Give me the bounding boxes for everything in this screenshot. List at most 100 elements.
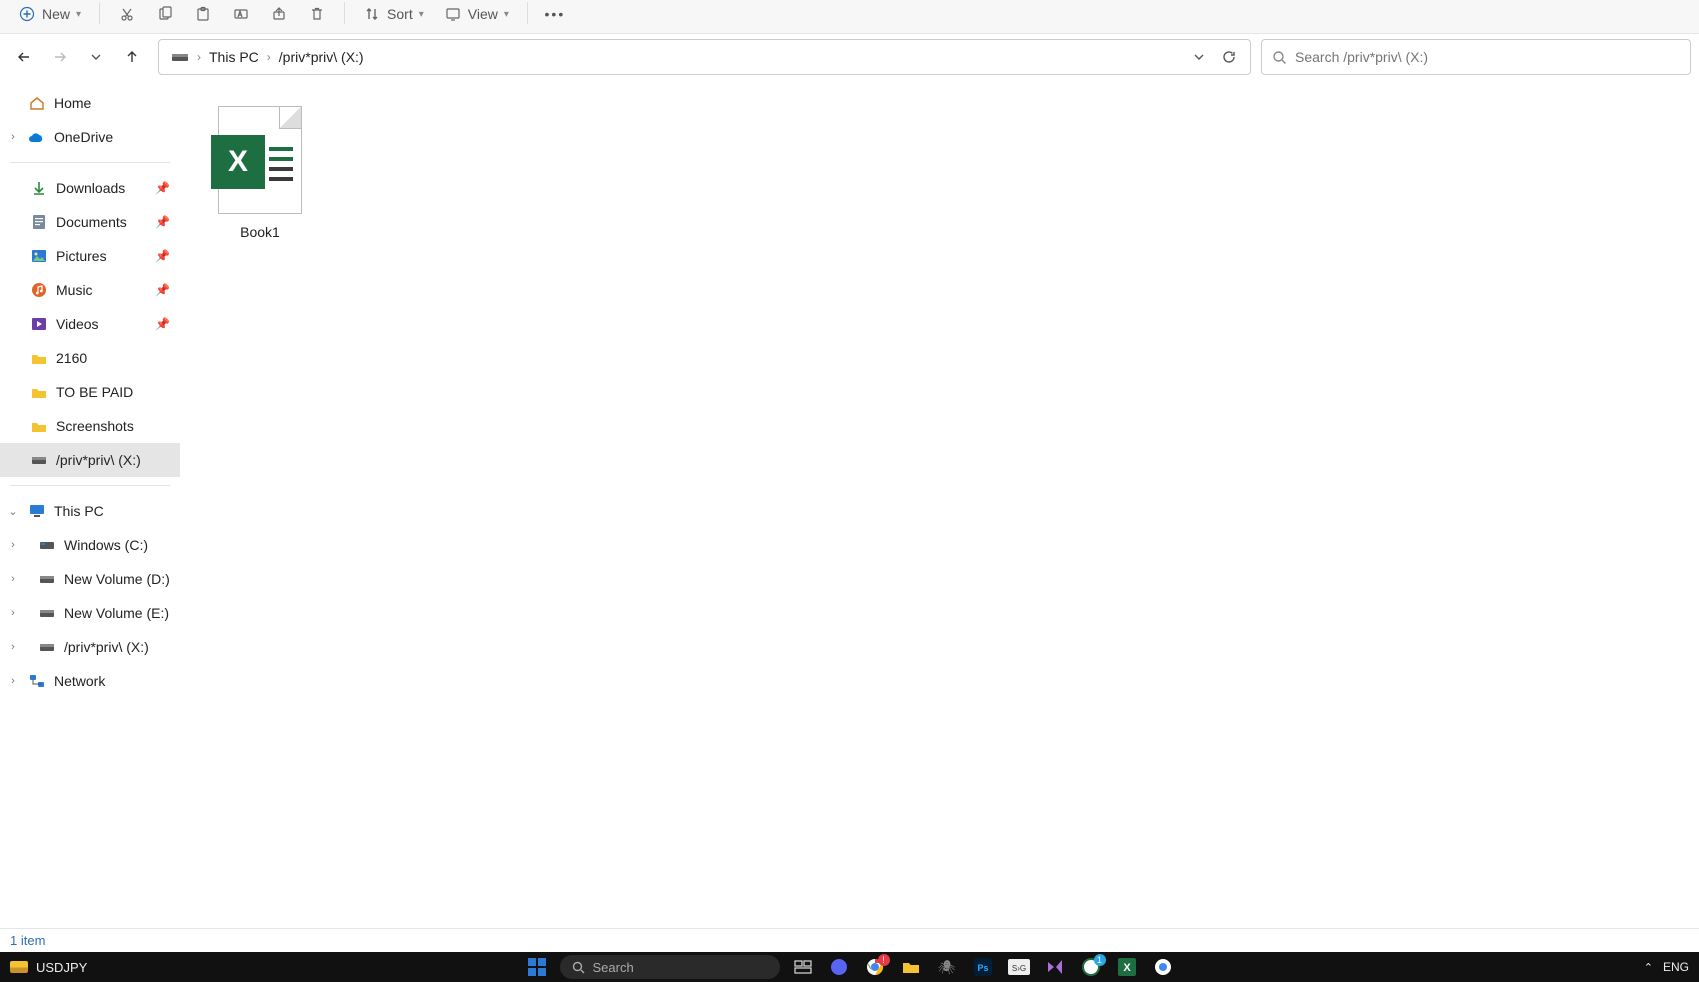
expand-icon[interactable]: › <box>6 675 20 687</box>
thispc-icon <box>28 502 46 520</box>
cut-button[interactable] <box>110 0 144 28</box>
taskbar-app-ps[interactable]: Ps <box>970 956 996 978</box>
sidebar-item-drive[interactable]: /priv*priv\ (X:) <box>0 443 180 477</box>
expand-icon[interactable]: › <box>6 131 20 143</box>
breadcrumb-item[interactable]: This PC <box>203 40 265 74</box>
body: Home › OneDrive Downloads 📌 Documents 📌 … <box>0 80 1699 928</box>
taskbar-left: USDJPY <box>10 960 87 975</box>
more-button[interactable]: ••• <box>538 0 572 28</box>
chevron-down-icon: ▾ <box>76 9 81 20</box>
file-pane[interactable]: X Book1 <box>180 80 1699 928</box>
music-icon <box>30 281 48 299</box>
folder-icon <box>30 383 48 401</box>
taskbar-app[interactable]: 🕷 <box>934 956 960 978</box>
view-label: View <box>468 6 498 22</box>
pictures-icon <box>30 247 48 265</box>
forward-button[interactable] <box>44 41 76 73</box>
tray-chevron-icon[interactable]: ⌃ <box>1644 961 1653 974</box>
taskbar-right: ⌃ ENG <box>1644 960 1689 974</box>
sidebar-thispc[interactable]: ⌄ This PC <box>0 494 180 528</box>
badge-icon: 1 <box>1094 954 1106 966</box>
paste-icon <box>194 5 212 23</box>
expand-icon[interactable]: › <box>6 641 20 653</box>
more-icon: ••• <box>546 5 564 23</box>
paste-button[interactable] <box>186 0 220 28</box>
taskbar-app-vs[interactable] <box>1042 956 1068 978</box>
taskview-button[interactable] <box>790 956 816 978</box>
taskbar-app-explorer[interactable] <box>898 956 924 978</box>
sort-button[interactable]: Sort ▾ <box>355 0 432 28</box>
taskbar-search[interactable]: Search <box>560 955 780 979</box>
taskbar: USDJPY Search ! 🕷 Ps S›G 1 X ⌃ ENG <box>0 952 1699 982</box>
sidebar-item-music[interactable]: Music 📌 <box>0 273 180 307</box>
sidebar-item-pictures[interactable]: Pictures 📌 <box>0 239 180 273</box>
view-icon <box>444 5 462 23</box>
pin-icon: 📌 <box>155 283 170 297</box>
share-button[interactable] <box>262 0 296 28</box>
taskbar-app[interactable]: 1 <box>1078 956 1104 978</box>
drive-icon <box>38 604 56 622</box>
chevron-down-icon: ▾ <box>504 9 509 20</box>
file-item[interactable]: X Book1 <box>200 100 320 246</box>
delete-button[interactable] <box>300 0 334 28</box>
collapse-icon[interactable]: ⌄ <box>6 505 20 518</box>
sidebar-item-folder[interactable]: TO BE PAID <box>0 375 180 409</box>
taskbar-app[interactable] <box>826 956 852 978</box>
address-bar[interactable]: › This PC › /priv*priv\ (X:) <box>158 39 1251 75</box>
sidebar-item-folder[interactable]: 2160 <box>0 341 180 375</box>
documents-icon <box>30 213 48 231</box>
copy-button[interactable] <box>148 0 182 28</box>
new-label: New <box>42 6 70 22</box>
excel-file-icon: X <box>218 106 302 214</box>
expand-icon[interactable]: › <box>6 573 20 585</box>
language-indicator[interactable]: ENG <box>1663 960 1689 974</box>
refresh-button[interactable] <box>1214 42 1244 72</box>
sidebar-item-videos[interactable]: Videos 📌 <box>0 307 180 341</box>
sidebar-network[interactable]: › Network <box>0 664 180 698</box>
start-button[interactable] <box>524 956 550 978</box>
drive-icon <box>165 40 195 74</box>
back-button[interactable] <box>8 41 40 73</box>
sidebar-drive-x[interactable]: › /priv*priv\ (X:) <box>0 630 180 664</box>
ticker-label[interactable]: USDJPY <box>36 960 87 975</box>
breadcrumb-item[interactable]: /priv*priv\ (X:) <box>273 40 370 74</box>
toolbar-separator <box>527 2 528 24</box>
taskbar-app-chrome[interactable] <box>1150 956 1176 978</box>
drive-icon <box>38 536 56 554</box>
copy-icon <box>156 5 174 23</box>
search-box[interactable] <box>1261 39 1691 75</box>
delete-icon <box>308 5 326 23</box>
expand-icon[interactable]: › <box>6 539 20 551</box>
recent-button[interactable] <box>80 41 112 73</box>
up-button[interactable] <box>116 41 148 73</box>
address-dropdown[interactable] <box>1184 42 1214 72</box>
sort-icon <box>363 5 381 23</box>
taskbar-app[interactable]: S›G <box>1006 956 1032 978</box>
taskbar-app-excel[interactable]: X <box>1114 956 1140 978</box>
sidebar-drive-e[interactable]: › New Volume (E:) <box>0 596 180 630</box>
svg-text:S›G: S›G <box>1011 964 1025 973</box>
cut-icon <box>118 5 136 23</box>
pin-icon: 📌 <box>155 215 170 229</box>
folder-icon <box>30 417 48 435</box>
search-input[interactable] <box>1295 49 1680 65</box>
sidebar-item-downloads[interactable]: Downloads 📌 <box>0 171 180 205</box>
taskbar-app-chrome[interactable]: ! <box>862 956 888 978</box>
sidebar-home[interactable]: Home <box>0 86 180 120</box>
expand-icon[interactable]: › <box>6 607 20 619</box>
rename-button[interactable] <box>224 0 258 28</box>
sidebar-drive-d[interactable]: › New Volume (D:) <box>0 562 180 596</box>
sidebar-drive-c[interactable]: › Windows (C:) <box>0 528 180 562</box>
view-button[interactable]: View ▾ <box>436 0 517 28</box>
sidebar-onedrive[interactable]: › OneDrive <box>0 120 180 154</box>
chevron-down-icon: ▾ <box>419 9 424 20</box>
toolbar: New ▾ Sort ▾ <box>0 0 1699 34</box>
new-icon <box>18 5 36 23</box>
pin-icon: 📌 <box>155 317 170 331</box>
network-icon <box>28 672 46 690</box>
badge-icon: ! <box>878 954 890 966</box>
sidebar-item-documents[interactable]: Documents 📌 <box>0 205 180 239</box>
new-button[interactable]: New ▾ <box>10 0 89 28</box>
sidebar-item-folder[interactable]: Screenshots <box>0 409 180 443</box>
sidebar: Home › OneDrive Downloads 📌 Documents 📌 … <box>0 80 180 928</box>
